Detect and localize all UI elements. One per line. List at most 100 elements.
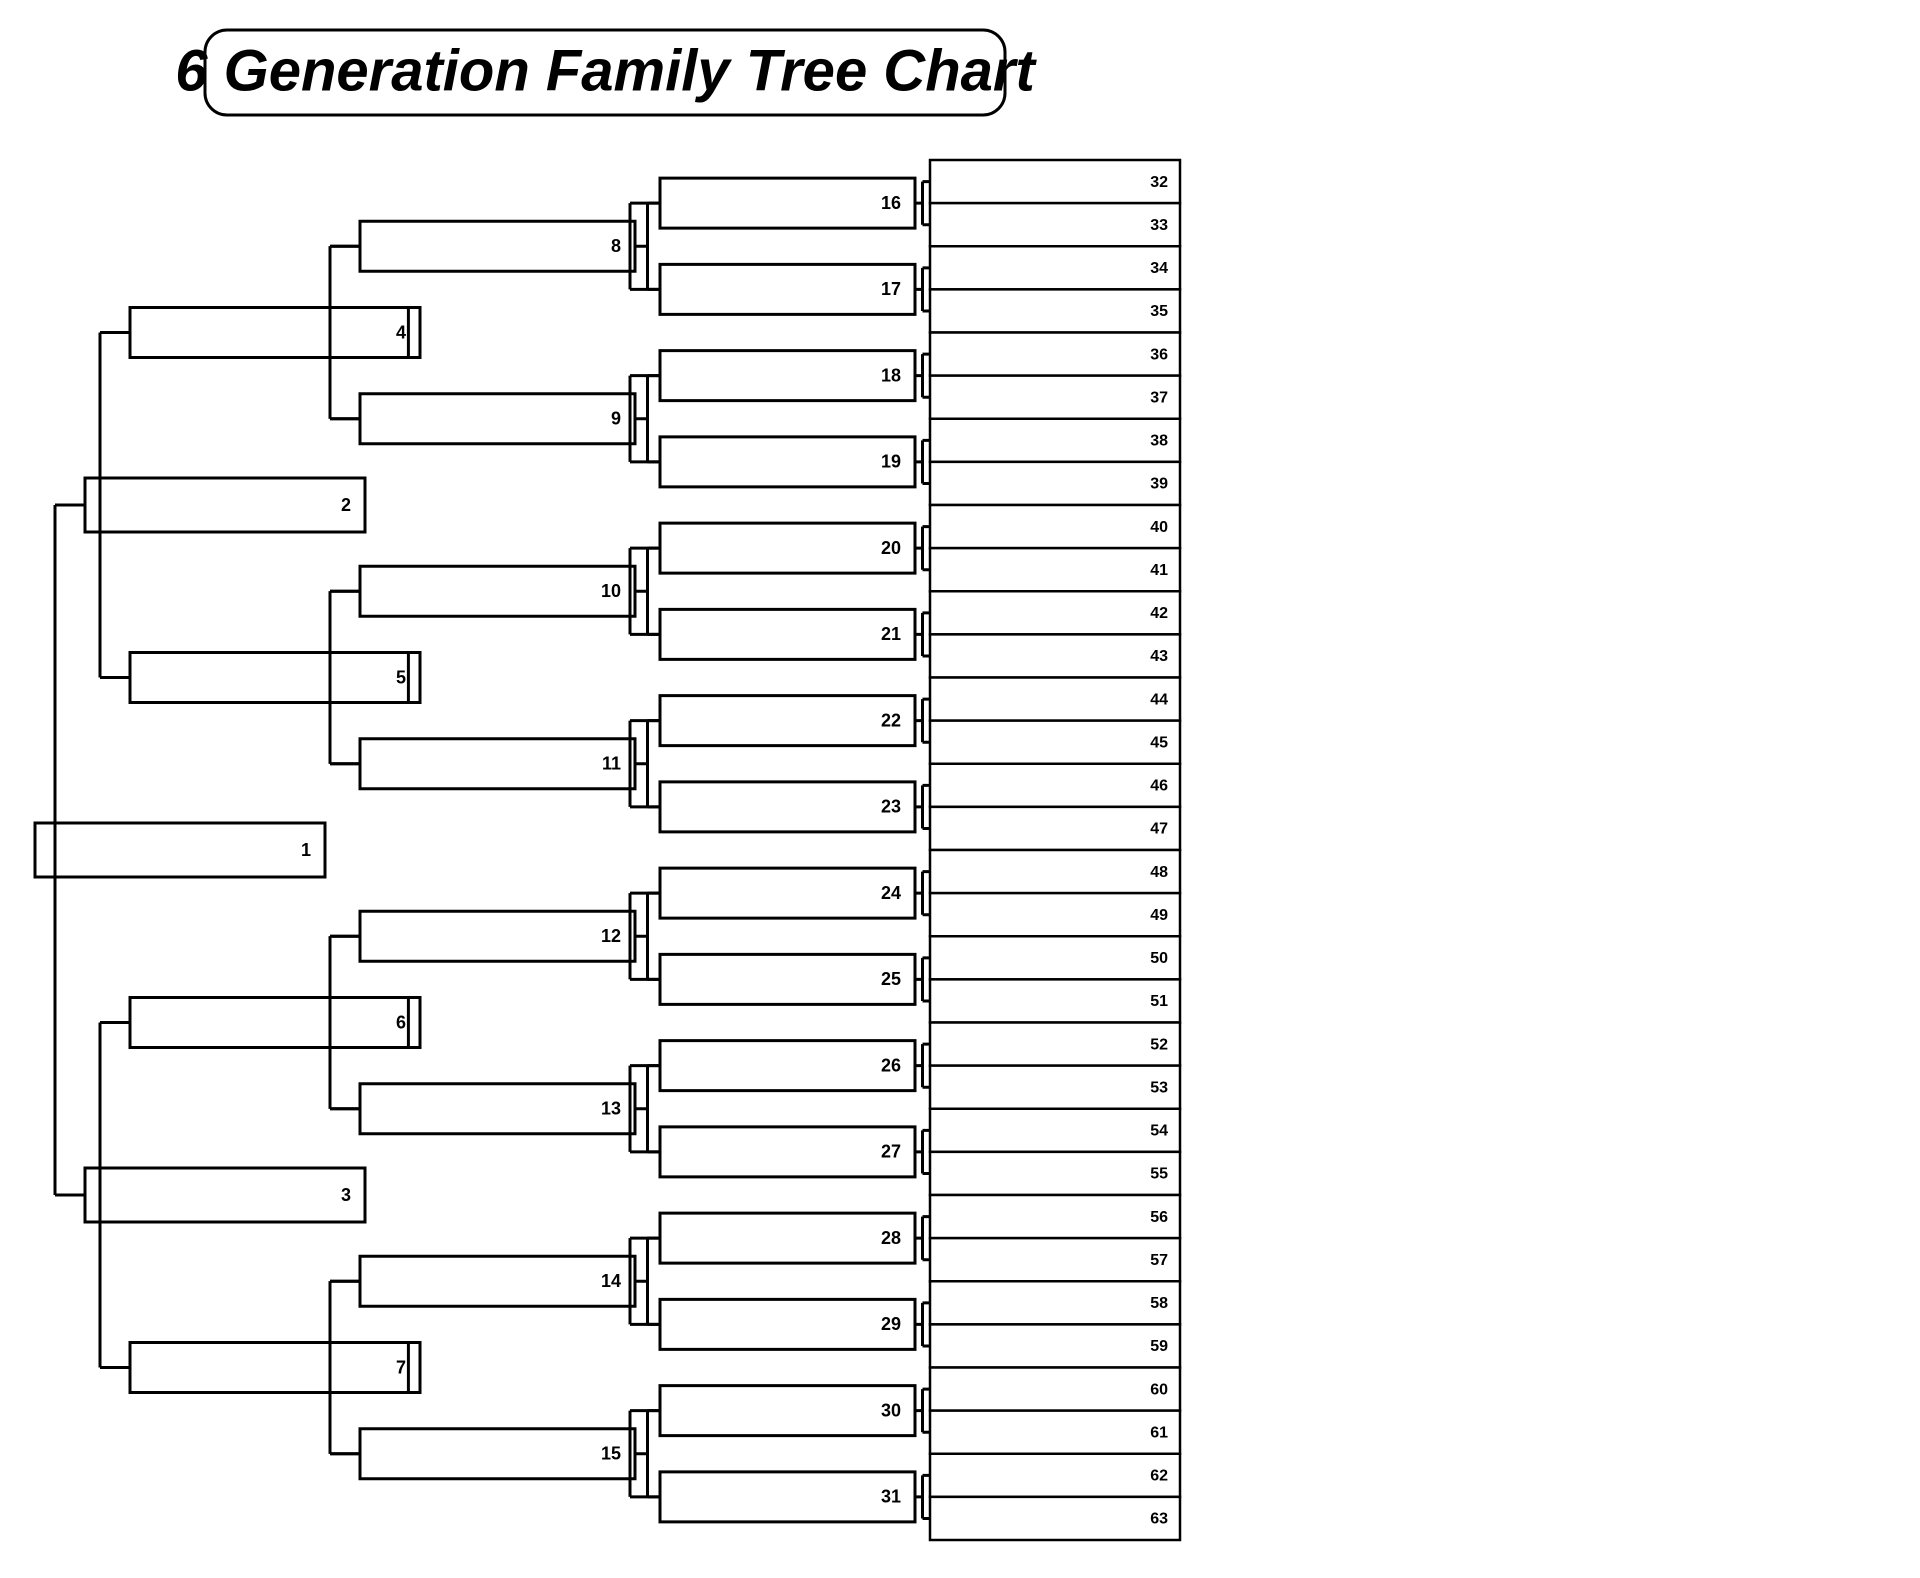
ancestor-number-18: 18 [881,365,901,385]
ancestor-box-35[interactable] [930,289,1180,332]
ancestor-number-7: 7 [396,1357,406,1377]
ancestor-number-56: 56 [1150,1209,1168,1226]
ancestor-box-7[interactable] [130,1343,420,1393]
ancestor-number-21: 21 [881,624,901,644]
ancestor-number-28: 28 [881,1228,901,1248]
ancestor-box-53[interactable] [930,1066,1180,1109]
ancestor-number-16: 16 [881,193,901,213]
ancestor-number-4: 4 [396,322,406,342]
ancestor-box-17[interactable] [660,264,915,314]
ancestor-box-6[interactable] [130,998,420,1048]
ancestor-number-52: 52 [1150,1036,1168,1053]
ancestor-number-40: 40 [1150,519,1168,536]
ancestor-box-49[interactable] [930,893,1180,936]
ancestor-number-6: 6 [396,1012,406,1032]
ancestor-box-54[interactable] [930,1109,1180,1152]
ancestor-box-30[interactable] [660,1386,915,1436]
ancestor-box-56[interactable] [930,1195,1180,1238]
ancestor-box-28[interactable] [660,1213,915,1263]
family-tree-chart: 6 Generation Family Tree Chart 123456789… [0,0,1920,1578]
ancestor-box-41[interactable] [930,548,1180,591]
ancestor-box-20[interactable] [660,523,915,573]
ancestor-box-1[interactable] [35,823,325,877]
ancestor-box-10[interactable] [360,566,635,616]
ancestor-box-24[interactable] [660,868,915,918]
ancestor-box-25[interactable] [660,954,915,1004]
ancestor-number-51: 51 [1150,993,1168,1010]
ancestor-number-58: 58 [1150,1295,1168,1312]
ancestor-box-12[interactable] [360,911,635,961]
ancestor-box-32[interactable] [930,160,1180,203]
ancestor-box-44[interactable] [930,678,1180,721]
ancestor-box-21[interactable] [660,609,915,659]
ancestor-box-45[interactable] [930,721,1180,764]
ancestor-box-55[interactable] [930,1152,1180,1195]
ancestor-number-5: 5 [396,667,406,687]
ancestor-box-15[interactable] [360,1429,635,1479]
ancestor-number-44: 44 [1150,691,1168,708]
ancestor-number-35: 35 [1150,303,1168,320]
ancestor-box-62[interactable] [930,1454,1180,1497]
ancestor-number-49: 49 [1150,907,1168,924]
ancestor-number-57: 57 [1150,1252,1168,1269]
ancestor-box-43[interactable] [930,634,1180,677]
ancestor-box-52[interactable] [930,1023,1180,1066]
ancestor-number-23: 23 [881,797,901,817]
ancestor-box-42[interactable] [930,591,1180,634]
ancestor-box-37[interactable] [930,376,1180,419]
ancestor-number-14: 14 [601,1271,621,1291]
ancestor-number-62: 62 [1150,1468,1168,1485]
ancestor-box-19[interactable] [660,437,915,487]
ancestor-number-46: 46 [1150,778,1168,795]
ancestor-box-58[interactable] [930,1281,1180,1324]
ancestor-box-16[interactable] [660,178,915,228]
ancestor-box-36[interactable] [930,333,1180,376]
ancestor-box-9[interactable] [360,394,635,444]
ancestor-box-34[interactable] [930,246,1180,289]
ancestor-box-57[interactable] [930,1238,1180,1281]
ancestor-box-23[interactable] [660,782,915,832]
ancestor-box-46[interactable] [930,764,1180,807]
ancestor-box-47[interactable] [930,807,1180,850]
ancestor-number-61: 61 [1150,1424,1168,1441]
ancestor-box-38[interactable] [930,419,1180,462]
ancestor-number-11: 11 [602,754,621,774]
ancestor-number-30: 30 [881,1400,901,1420]
ancestor-box-48[interactable] [930,850,1180,893]
ancestor-box-63[interactable] [930,1497,1180,1540]
ancestor-box-2[interactable] [85,478,365,532]
ancestor-number-17: 17 [881,279,901,299]
ancestor-box-33[interactable] [930,203,1180,246]
ancestor-number-48: 48 [1150,864,1168,881]
ancestor-box-40[interactable] [930,505,1180,548]
ancestor-number-1: 1 [301,840,311,860]
ancestor-box-27[interactable] [660,1127,915,1177]
ancestor-box-39[interactable] [930,462,1180,505]
ancestor-box-18[interactable] [660,351,915,401]
ancestor-box-22[interactable] [660,696,915,746]
ancestor-box-3[interactable] [85,1168,365,1222]
ancestor-number-38: 38 [1150,433,1168,450]
ancestor-number-45: 45 [1150,734,1168,751]
ancestor-box-8[interactable] [360,221,635,271]
ancestor-box-60[interactable] [930,1368,1180,1411]
ancestor-number-2: 2 [341,495,351,515]
ancestor-box-51[interactable] [930,979,1180,1022]
ancestor-number-60: 60 [1150,1381,1168,1398]
ancestor-number-12: 12 [601,926,621,946]
ancestor-number-53: 53 [1150,1079,1168,1096]
ancestor-box-29[interactable] [660,1299,915,1349]
ancestor-box-50[interactable] [930,936,1180,979]
ancestor-number-34: 34 [1150,260,1168,277]
ancestor-box-4[interactable] [130,308,420,358]
ancestor-box-59[interactable] [930,1324,1180,1367]
ancestor-box-14[interactable] [360,1256,635,1306]
ancestor-box-11[interactable] [360,739,635,789]
ancestor-box-31[interactable] [660,1472,915,1522]
ancestor-box-13[interactable] [360,1084,635,1134]
ancestor-number-10: 10 [601,581,621,601]
ancestor-number-36: 36 [1150,346,1168,363]
ancestor-box-26[interactable] [660,1041,915,1091]
ancestor-box-5[interactable] [130,653,420,703]
ancestor-box-61[interactable] [930,1411,1180,1454]
